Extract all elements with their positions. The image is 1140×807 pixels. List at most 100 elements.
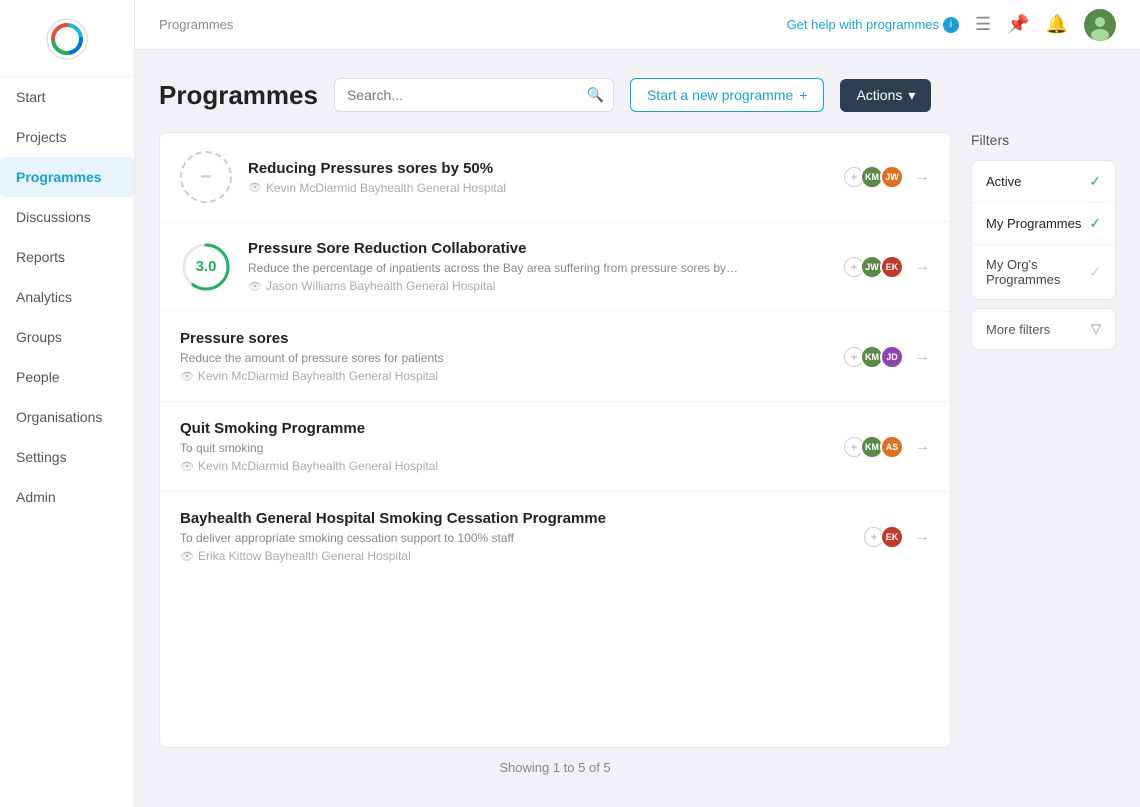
programme-meta-text: Kevin McDiarmid Bayhealth General Hospit… <box>198 369 438 383</box>
sidebar-item-label: Discussions <box>16 209 91 225</box>
programme-right: + KM JD → <box>844 345 930 369</box>
filter-label: Active <box>986 174 1021 189</box>
sidebar-item-people[interactable]: People <box>0 357 134 397</box>
programme-meta: 👁 Kevin McDiarmid Bayhealth General Hosp… <box>180 459 828 473</box>
sidebar-item-projects[interactable]: Projects <box>0 117 134 157</box>
programme-desc: Reduce the percentage of inpatients acro… <box>248 261 748 275</box>
programme-name: Quit Smoking Programme <box>180 420 828 437</box>
sidebar-item-admin[interactable]: Admin <box>0 477 134 517</box>
info-icon: i <box>943 17 959 33</box>
arrow-right-icon: → <box>914 528 930 546</box>
filters-title: Filters <box>971 132 1116 148</box>
eye-icon: 👁 <box>180 370 194 383</box>
programme-meta-text: Jason Williams Bayhealth General Hospita… <box>266 279 495 293</box>
filter-active[interactable]: Active ✓ <box>972 161 1115 203</box>
arrow-right-icon: → <box>914 258 930 276</box>
sidebar-item-start[interactable]: Start <box>0 77 134 117</box>
btn-new-icon: + <box>799 87 807 103</box>
arrow-right-icon: → <box>914 348 930 366</box>
programme-item[interactable]: Bayhealth General Hospital Smoking Cessa… <box>160 492 950 581</box>
sidebar-item-label: Analytics <box>16 289 72 305</box>
eye-icon: 👁 <box>248 181 262 194</box>
avatar[interactable] <box>1084 9 1116 41</box>
programme-info: Pressure Sore Reduction Collaborative Re… <box>248 240 828 293</box>
programme-score: 3.0 <box>196 258 217 275</box>
filter-label: My Programmes <box>986 216 1081 231</box>
avatars-wrap: + KM JD <box>844 345 904 369</box>
logo-area <box>0 0 134 77</box>
programme-meta: 👁 Kevin McDiarmid Bayhealth General Hosp… <box>180 369 828 383</box>
pagination-text: Showing 1 to 5 of 5 <box>159 748 951 779</box>
arrow-right-icon: → <box>914 168 930 186</box>
programme-info: Quit Smoking Programme To quit smoking 👁… <box>180 420 828 473</box>
sidebar-item-analytics[interactable]: Analytics <box>0 277 134 317</box>
start-new-programme-button[interactable]: Start a new programme + <box>630 78 824 112</box>
sidebar-item-groups[interactable]: Groups <box>0 317 134 357</box>
app-logo <box>46 18 88 60</box>
main-area: Programmes Get help with programmes i ☰ … <box>135 0 1140 807</box>
bell-icon[interactable]: 🔔 <box>1046 14 1068 35</box>
programme-desc: Reduce the amount of pressure sores for … <box>180 351 680 365</box>
programme-right: + EK → <box>864 525 930 549</box>
list-icon[interactable]: ☰ <box>975 14 991 35</box>
check-icon: ✓ <box>1089 215 1101 232</box>
programme-item[interactable]: Pressure sores Reduce the amount of pres… <box>160 312 950 402</box>
member-avatar: EK <box>880 255 904 279</box>
filter-my-org-programmes[interactable]: My Org's Programmes ✓ <box>972 245 1115 299</box>
sidebar: Start Projects Programmes Discussions Re… <box>0 0 135 807</box>
sidebar-item-discussions[interactable]: Discussions <box>0 197 134 237</box>
sidebar-item-settings[interactable]: Settings <box>0 437 134 477</box>
sidebar-item-reports[interactable]: Reports <box>0 237 134 277</box>
more-filters-label: More filters <box>986 322 1050 337</box>
programme-name: Pressure sores <box>180 330 828 347</box>
sidebar-item-label: Groups <box>16 329 62 345</box>
search-box: 🔍 <box>334 78 614 112</box>
programme-info: Reducing Pressures sores by 50% 👁 Kevin … <box>248 160 828 195</box>
search-icon: 🔍 <box>587 87 604 104</box>
help-text: Get help with programmes <box>787 17 939 32</box>
help-link[interactable]: Get help with programmes i <box>787 17 959 33</box>
avatar-image <box>1084 9 1116 41</box>
programme-name: Reducing Pressures sores by 50% <box>248 160 828 177</box>
actions-button[interactable]: Actions ▾ <box>840 79 931 112</box>
pin-icon[interactable]: 📌 <box>1007 14 1029 35</box>
member-avatar: EK <box>880 525 904 549</box>
btn-actions-label: Actions <box>856 87 902 103</box>
body-row: − Reducing Pressures sores by 50% 👁 Kevi… <box>159 132 1116 779</box>
breadcrumb: Programmes <box>159 17 233 32</box>
page-title: Programmes <box>159 80 318 111</box>
programme-item[interactable]: Quit Smoking Programme To quit smoking 👁… <box>160 402 950 492</box>
arrow-right-icon: → <box>914 438 930 456</box>
sidebar-item-organisations[interactable]: Organisations <box>0 397 134 437</box>
content-area: Programmes 🔍 Start a new programme + Act… <box>135 50 1140 807</box>
programme-right: + KM JW → <box>844 165 930 189</box>
eye-icon: 👁 <box>180 460 194 473</box>
search-input[interactable] <box>334 78 614 112</box>
programme-item[interactable]: 3.0 Pressure Sore Reduction Collaborativ… <box>160 222 950 312</box>
btn-actions-chevron-icon: ▾ <box>908 87 915 104</box>
programme-right: + JW EK → <box>844 255 930 279</box>
eye-icon: 👁 <box>180 550 194 563</box>
sidebar-item-label: Admin <box>16 489 56 505</box>
more-filters-button[interactable]: More filters ▽ <box>971 308 1116 350</box>
filter-my-programmes[interactable]: My Programmes ✓ <box>972 203 1115 245</box>
programme-name: Bayhealth General Hospital Smoking Cessa… <box>180 510 848 527</box>
sidebar-item-label: Reports <box>16 249 65 265</box>
btn-new-label: Start a new programme <box>647 87 793 103</box>
programme-name: Pressure Sore Reduction Collaborative <box>248 240 828 257</box>
member-avatar: JW <box>880 165 904 189</box>
sidebar-item-label: Start <box>16 89 46 105</box>
avatars-wrap: + EK <box>864 525 904 549</box>
sidebar-item-label: People <box>16 369 60 385</box>
programme-progress-circle: 3.0 <box>180 241 232 293</box>
sidebar-item-label: Projects <box>16 129 67 145</box>
eye-icon: 👁 <box>248 280 262 293</box>
sidebar-item-label: Settings <box>16 449 67 465</box>
member-avatar: JD <box>880 345 904 369</box>
page-header: Programmes 🔍 Start a new programme + Act… <box>159 78 1116 112</box>
topbar: Programmes Get help with programmes i ☰ … <box>135 0 1140 50</box>
sidebar-item-programmes[interactable]: Programmes <box>0 157 134 197</box>
avatars-wrap: + KM JW <box>844 165 904 189</box>
programme-desc: To deliver appropriate smoking cessation… <box>180 531 680 545</box>
programme-item[interactable]: − Reducing Pressures sores by 50% 👁 Kevi… <box>160 133 950 222</box>
